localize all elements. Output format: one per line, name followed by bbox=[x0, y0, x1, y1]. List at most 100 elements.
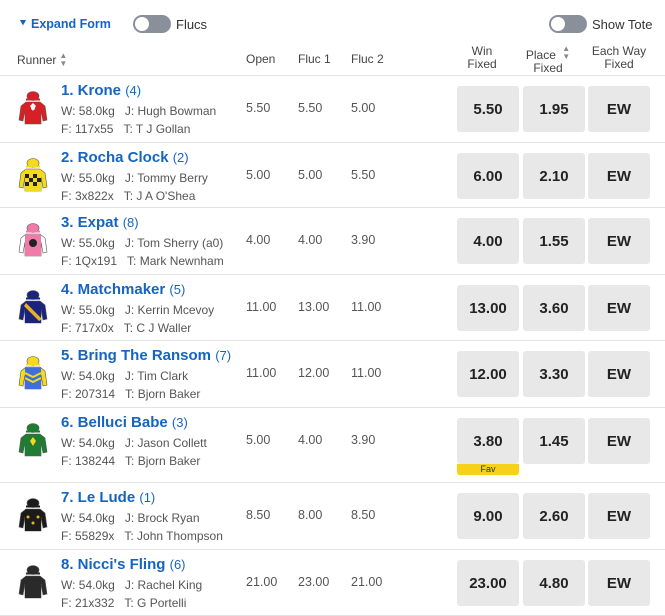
win-fixed-odds-button[interactable]: 3.80 bbox=[457, 418, 519, 464]
place-fixed-odds-button[interactable]: 3.30 bbox=[523, 351, 585, 397]
toggle-knob bbox=[551, 17, 565, 31]
each-way-button[interactable]: EW bbox=[588, 86, 650, 132]
win-fixed-odds-button[interactable]: 4.00 bbox=[457, 218, 519, 264]
win-fixed-odds-button[interactable]: 12.00 bbox=[457, 351, 519, 397]
each-way-button[interactable]: EW bbox=[588, 560, 650, 606]
show-tote-toggle[interactable] bbox=[549, 15, 587, 33]
runner-meta-line2: F: 117x55 T: T J Gollan bbox=[61, 122, 200, 136]
fluc2-column-header: Fluc 2 bbox=[351, 52, 384, 66]
barrier-number: (6) bbox=[169, 557, 186, 572]
jockey-silk-icon bbox=[15, 289, 51, 329]
runner-name-link[interactable]: 6. Belluci Babe (3) bbox=[61, 414, 188, 431]
sort-icon: ▲ ▼ bbox=[562, 44, 571, 61]
runner-name-link[interactable]: 8. Nicci's Fling (6) bbox=[61, 556, 186, 573]
fluc2-price: 5.00 bbox=[351, 101, 376, 115]
open-price: 5.00 bbox=[246, 168, 271, 182]
expand-form-button[interactable]: ⯆ Expand Form bbox=[19, 17, 111, 31]
runner-name: 1. Krone bbox=[61, 82, 122, 99]
win-fixed-odds-button[interactable]: 5.50 bbox=[457, 86, 519, 132]
fluc2-price: 8.50 bbox=[351, 508, 376, 522]
place-header-line1: Place ▲ ▼ bbox=[525, 44, 571, 62]
form: F: 207314 bbox=[61, 387, 116, 401]
favourite-badge: Fav bbox=[457, 464, 519, 475]
win-fixed-odds-button[interactable]: 6.00 bbox=[457, 153, 519, 199]
each-way-button[interactable]: EW bbox=[588, 218, 650, 264]
each-way-button[interactable]: EW bbox=[588, 418, 650, 464]
toggle-knob bbox=[135, 17, 149, 31]
place-fixed-odds-button[interactable]: 2.60 bbox=[523, 493, 585, 539]
open-price: 5.00 bbox=[246, 433, 271, 447]
runner-row: 4. Matchmaker (5) W: 55.0kg J: Kerrin Mcev… bbox=[0, 275, 665, 341]
jockey: J: Kerrin Mcevoy bbox=[124, 303, 215, 317]
runner-name: 7. Le Lude bbox=[61, 489, 136, 506]
place-fixed-column-header[interactable]: Place ▲ ▼ Fixed bbox=[519, 45, 577, 75]
double-chevron-down-icon: ⯆ bbox=[19, 18, 27, 29]
weight: W: 55.0kg bbox=[61, 236, 115, 250]
jockey: J: Tom Sherry (a0) bbox=[124, 236, 224, 250]
place-fixed-odds-button[interactable]: 1.55 bbox=[523, 218, 585, 264]
open-price: 4.00 bbox=[246, 233, 271, 247]
runner-row: 3. Expat (8) W: 55.0kg J: Tom Sherry (a0) F… bbox=[0, 208, 665, 275]
fluc1-price: 5.00 bbox=[298, 168, 323, 182]
barrier-number: (5) bbox=[169, 282, 186, 297]
barrier-number: (4) bbox=[125, 83, 142, 98]
trainer: T: Mark Newnham bbox=[127, 254, 224, 268]
place-header-line2: Fixed bbox=[533, 61, 563, 75]
runner-name: 2. Rocha Clock bbox=[61, 149, 169, 166]
barrier-number: (7) bbox=[215, 348, 232, 363]
each-way-button[interactable]: EW bbox=[588, 493, 650, 539]
open-price: 11.00 bbox=[246, 366, 277, 380]
runner-name-link[interactable]: 3. Expat (8) bbox=[61, 214, 139, 231]
runner-row: 7. Le Lude (1) W: 54.0kg J: Brock Ryan F: 5… bbox=[0, 483, 665, 550]
win-fixed-odds-button[interactable]: 9.00 bbox=[457, 493, 519, 539]
runner-name-link[interactable]: 5. Bring The Ransom (7) bbox=[61, 347, 231, 364]
runner-name-link[interactable]: 4. Matchmaker (5) bbox=[61, 281, 185, 298]
table-header: Runner ▲ ▼ Open Fluc 1 Fluc 2 Win Fixed P… bbox=[0, 44, 665, 76]
jockey: J: Brock Ryan bbox=[124, 511, 200, 525]
form: F: 138244 bbox=[61, 454, 116, 468]
place-fixed-odds-button[interactable]: 1.95 bbox=[523, 86, 585, 132]
jockey-silk-icon bbox=[15, 355, 51, 395]
place-fixed-odds-button[interactable]: 2.10 bbox=[523, 153, 585, 199]
win-fixed-odds-button[interactable]: 23.00 bbox=[457, 560, 519, 606]
runner-row: 2. Rocha Clock (2) W: 55.0kg J: Tommy Berr… bbox=[0, 143, 665, 208]
each-way-button[interactable]: EW bbox=[588, 351, 650, 397]
runner-meta-line2: F: 3x822x T: J A O'Shea bbox=[61, 189, 205, 203]
place-fixed-odds-button[interactable]: 3.60 bbox=[523, 285, 585, 331]
flucs-toggle[interactable] bbox=[133, 15, 171, 33]
runner-row: 5. Bring The Ransom (7) W: 54.0kg J: Tim C… bbox=[0, 341, 665, 408]
runner-header-label: Runner bbox=[17, 53, 57, 67]
runner-meta-line1: W: 54.0kg J: Rachel King bbox=[61, 578, 212, 592]
win-fixed-odds-button[interactable]: 13.00 bbox=[457, 285, 519, 331]
fluc2-price: 11.00 bbox=[351, 300, 382, 314]
runner-meta-line1: W: 54.0kg J: Tim Clark bbox=[61, 369, 198, 383]
form: F: 717x0x bbox=[61, 321, 114, 335]
expand-form-label: Expand Form bbox=[31, 17, 111, 31]
runner-meta-line2: F: 1Qx191 T: Mark Newnham bbox=[61, 254, 234, 268]
weight: W: 58.0kg bbox=[61, 104, 115, 118]
fluc1-price: 13.00 bbox=[298, 300, 330, 314]
each-way-button[interactable]: EW bbox=[588, 153, 650, 199]
each-way-button[interactable]: EW bbox=[588, 285, 650, 331]
weight: W: 54.0kg bbox=[61, 578, 115, 592]
fluc2-price: 11.00 bbox=[351, 366, 382, 380]
runner-name-link[interactable]: 7. Le Lude (1) bbox=[61, 489, 155, 506]
runner-meta-line1: W: 55.0kg J: Kerrin Mcevoy bbox=[61, 303, 224, 317]
place-fixed-odds-button[interactable]: 1.45 bbox=[523, 418, 585, 464]
runner-column-header[interactable]: Runner ▲ ▼ bbox=[17, 52, 67, 68]
jockey: J: Tommy Berry bbox=[124, 171, 208, 185]
jockey: J: Rachel King bbox=[124, 578, 203, 592]
barrier-number: (2) bbox=[172, 150, 189, 165]
runner-name-link[interactable]: 2. Rocha Clock (2) bbox=[61, 149, 189, 166]
fluc2-price: 3.90 bbox=[351, 233, 376, 247]
weight: W: 55.0kg bbox=[61, 303, 115, 317]
place-fixed-odds-button[interactable]: 4.80 bbox=[523, 560, 585, 606]
runner-name: 8. Nicci's Fling bbox=[61, 556, 166, 573]
form: F: 21x332 bbox=[61, 596, 115, 610]
runner-meta-line2: F: 207314 T: Bjorn Baker bbox=[61, 387, 210, 401]
fluc1-price: 12.00 bbox=[298, 366, 330, 380]
win-header-line2: Fixed bbox=[467, 57, 497, 71]
runner-name: 3. Expat bbox=[61, 214, 119, 231]
fluc2-price: 3.90 bbox=[351, 433, 376, 447]
runner-name-link[interactable]: 1. Krone (4) bbox=[61, 82, 141, 99]
